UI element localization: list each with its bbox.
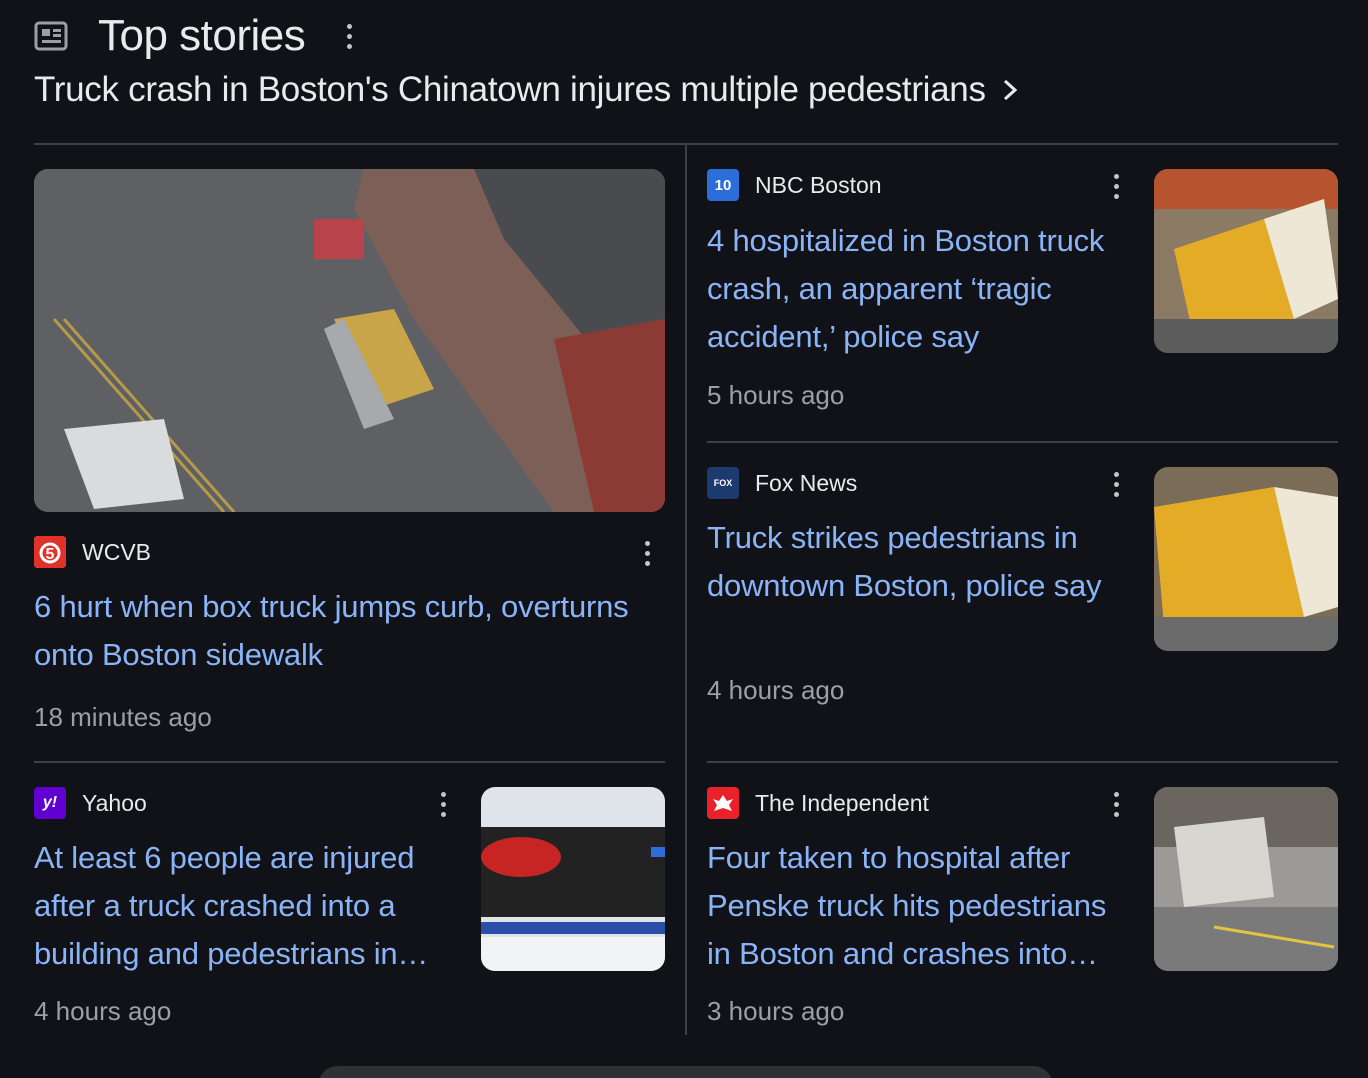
article-headline[interactable]: 6 hurt when box truck jumps curb, overtu… xyxy=(34,583,665,679)
more-options-icon[interactable] xyxy=(1106,787,1126,821)
more-options-icon[interactable] xyxy=(637,536,657,570)
article-headline[interactable]: At least 6 people are injured after a tr… xyxy=(34,834,454,978)
article-time: 3 hours ago xyxy=(707,996,845,1026)
column-divider xyxy=(685,145,687,1035)
article-thumbnail[interactable] xyxy=(1154,467,1338,651)
article-card[interactable]: 10 NBC Boston 4 hospitalized in Boston t… xyxy=(707,168,1137,411)
yahoo-logo-icon: y! xyxy=(34,787,66,819)
source-name: Fox News xyxy=(755,469,858,496)
newspaper-icon xyxy=(34,21,68,51)
article-time: 4 hours ago xyxy=(707,675,845,705)
top-stories-header: Top stories xyxy=(34,10,359,62)
section-title: Top stories xyxy=(98,11,306,60)
source-name: Yahoo xyxy=(82,789,147,816)
article-headline[interactable]: Truck strikes pedestrians in downtown Bo… xyxy=(707,514,1137,658)
article-card[interactable]: 5 WCVB 6 hurt when box truck jumps curb,… xyxy=(34,535,665,733)
article-time: 5 hours ago xyxy=(707,380,845,410)
more-options-icon[interactable] xyxy=(1106,467,1126,501)
nbc-logo-icon: 10 xyxy=(707,169,739,201)
more-options-icon[interactable] xyxy=(1106,169,1126,203)
chevron-right-icon xyxy=(1003,79,1017,101)
source-name: The Independent xyxy=(755,789,929,816)
article-headline[interactable]: Four taken to hospital after Penske truc… xyxy=(707,834,1137,978)
article-divider xyxy=(34,761,665,763)
source-name: WCVB xyxy=(82,538,151,565)
source-row: 5 WCVB xyxy=(34,535,665,569)
top-stories-panel: Top stories Truck crash in Boston's Chin… xyxy=(0,0,1368,1078)
article-thumbnail[interactable] xyxy=(1154,787,1338,971)
article-divider xyxy=(707,761,1338,763)
article-time: 4 hours ago xyxy=(34,996,172,1026)
article-thumbnail[interactable] xyxy=(1154,169,1338,353)
source-row: y! Yahoo xyxy=(34,786,474,820)
story-title[interactable]: Truck crash in Boston's Chinatown injure… xyxy=(34,70,986,110)
fox-news-logo-icon: FOX xyxy=(707,467,739,499)
source-row: The Independent xyxy=(707,786,1137,820)
full-coverage-link[interactable]: Truck crash in Boston's Chinatown injure… xyxy=(34,70,1020,110)
more-options-icon[interactable] xyxy=(433,787,453,821)
source-name: NBC Boston xyxy=(755,171,882,198)
svg-text:5: 5 xyxy=(46,546,55,563)
wcvb-logo-icon: 5 xyxy=(34,536,66,568)
favicon-text: 10 xyxy=(714,176,732,194)
article-thumbnail[interactable] xyxy=(34,169,665,512)
article-card[interactable]: y! Yahoo At least 6 people are injured a… xyxy=(34,786,474,1027)
independent-logo-icon xyxy=(707,787,739,819)
article-divider xyxy=(707,441,1338,443)
source-row: FOX Fox News xyxy=(707,466,1137,500)
more-news-button[interactable] xyxy=(318,1066,1053,1078)
more-options-icon[interactable] xyxy=(339,18,359,54)
article-card[interactable]: The Independent Four taken to hospital a… xyxy=(707,786,1137,1027)
article-time: 18 minutes ago xyxy=(34,702,212,732)
source-row: 10 NBC Boston xyxy=(707,168,1137,202)
article-card[interactable]: FOX Fox News Truck strikes pedestrians i… xyxy=(707,466,1137,706)
article-thumbnail[interactable] xyxy=(481,787,665,971)
article-headline[interactable]: 4 hospitalized in Boston truck crash, an… xyxy=(707,217,1137,361)
